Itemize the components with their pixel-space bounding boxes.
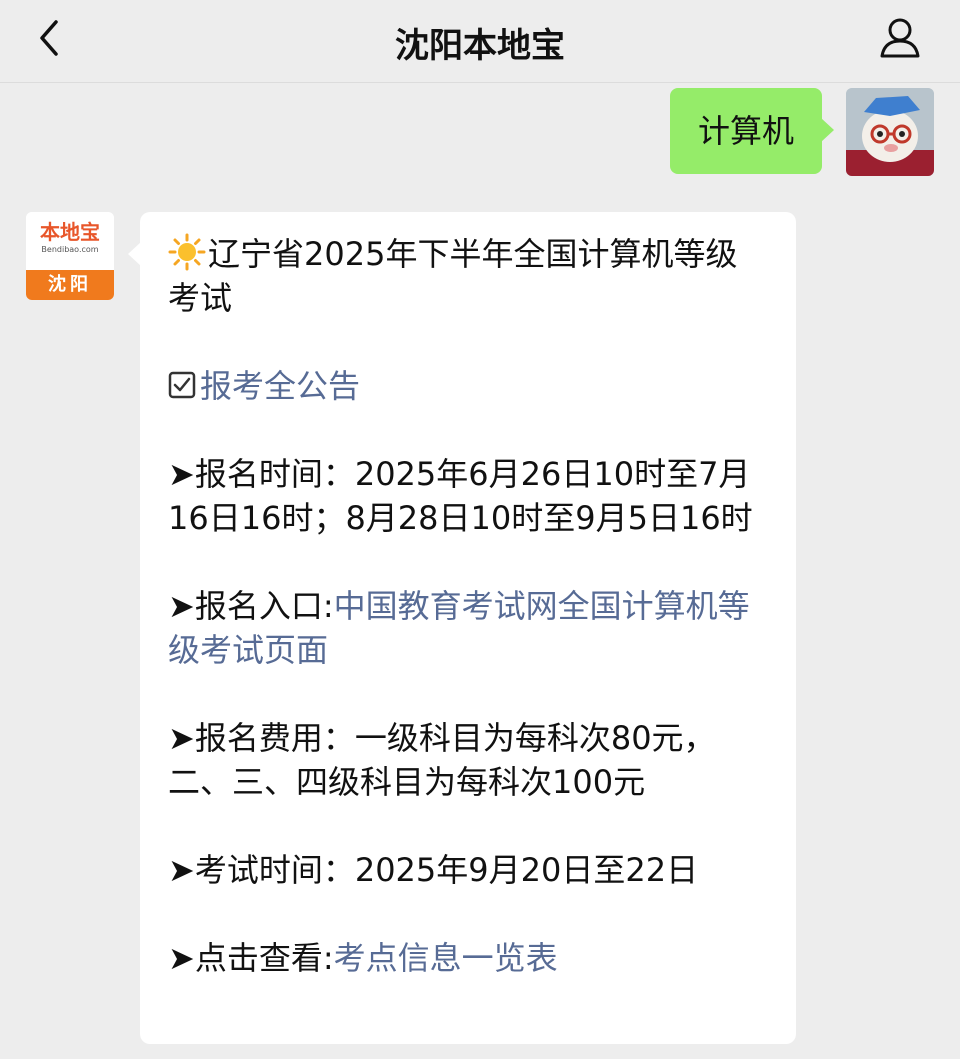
avatar-logo-subtext: Bendibao.com [41,245,99,254]
avatar-logo-text: 本地宝 [40,220,100,244]
notice-line: 报考全公告 [168,364,768,408]
registration-fee-label: ➤报名费用： [168,719,355,757]
view-info-line: ➤点击查看:考点信息一览表 [168,936,768,980]
registration-fee-line: ➤报名费用：一级科目为每科次80元，二、三、四级科目为每科次100元 [168,716,768,804]
person-icon [880,18,920,58]
exam-time-line: ➤考试时间：2025年9月20日至22日 [168,848,768,892]
user-avatar-image [846,88,934,176]
exam-time-label: ➤考试时间： [168,851,355,889]
avatar-city-label: 沈阳 [26,270,114,300]
registration-entry-label: ➤报名入口: [168,587,334,625]
top-bar: 沈阳本地宝 [0,0,960,83]
notice-link[interactable]: 报考全公告 [200,367,360,405]
registration-time-label: ➤报名时间： [168,455,355,493]
outgoing-bubble[interactable]: 计算机 [669,88,835,174]
registration-time-line: ➤报名时间：2025年6月26日10时至7月16日16时；8月28日10时至9月… [168,452,768,540]
registration-entry-line: ➤报名入口:中国教育考试网全国计算机等级考试页面 [168,584,768,672]
view-info-label: ➤点击查看: [168,939,334,977]
incoming-message-bubble: 辽宁省2025年下半年全国计算机等级考试 报考全公告 ➤报名时间：2025年6月… [128,212,796,1044]
sender-avatar[interactable]: 本地宝 Bendibao.com 沈阳 [26,212,114,300]
title-text: 辽宁省2025年下半年全国计算机等级考试 [168,235,738,317]
page-title: 沈阳本地宝 [395,26,565,66]
check-box-icon [168,371,196,399]
user-avatar[interactable] [846,88,934,176]
exam-time-value: 2025年9月20日至22日 [354,851,699,889]
message-title: 辽宁省2025年下半年全国计算机等级考试 [168,232,768,320]
profile-button[interactable] [878,16,922,60]
sun-icon [168,233,206,271]
exam-site-info-link[interactable]: 考点信息一览表 [334,939,558,977]
